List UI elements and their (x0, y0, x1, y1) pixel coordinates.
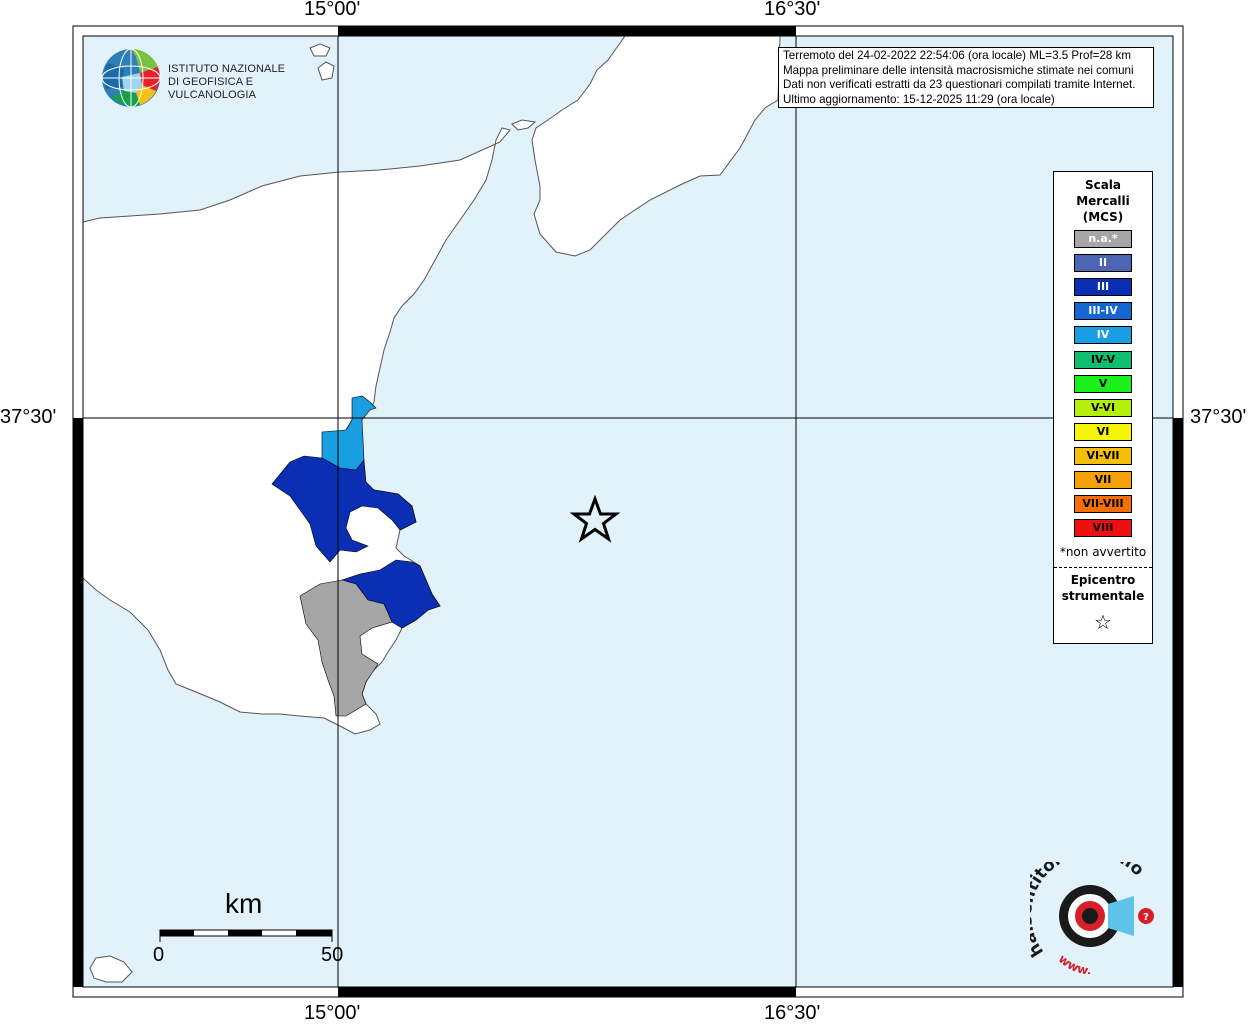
info-line-event: Terremoto del 24-02-2022 22:54:06 (ora l… (783, 49, 1132, 62)
legend-item: IV-V (1074, 350, 1132, 369)
legend-item: IV (1074, 326, 1132, 345)
legend-item: III (1074, 278, 1132, 297)
haisentito-logo: ? haisentitoilterremoto.it www. (1030, 862, 1154, 974)
legend-item: II (1074, 254, 1132, 273)
legend-title-line2: Mercalli (1076, 194, 1130, 208)
earthquake-info-box: Terremoto del 24-02-2022 22:54:06 (ora l… (778, 47, 1154, 108)
info-line-data: Dati non verificati estratti da 23 quest… (783, 78, 1136, 92)
legend-star-icon: ☆ (1094, 610, 1112, 634)
scale-unit-label: km (225, 888, 263, 919)
legend-item: VII-VIII (1074, 495, 1132, 514)
scale-max-label: 50 (321, 944, 344, 966)
legend-title-line1: Scala (1084, 178, 1122, 192)
legend-note: *non avvertito (1059, 545, 1147, 559)
legend-item: VI (1074, 422, 1132, 441)
mcs-legend: Scala Mercalli (MCS) n.a.* II III III-IV IV I… (1053, 171, 1153, 644)
legend-item: III-IV (1074, 302, 1132, 321)
svg-text:?: ? (1143, 912, 1149, 923)
legend-item: n.a.* (1074, 230, 1132, 248)
legend-item: V (1074, 374, 1132, 393)
bottom-label-east: 16°30' (764, 1002, 821, 1024)
legend-separator (1054, 567, 1152, 568)
legend-item: V-VI (1074, 398, 1132, 417)
legend-title-line3: (MCS) (1082, 210, 1124, 224)
right-label-lat: 37°30' (1190, 406, 1247, 428)
legend-epicenter-line1: Epicentro (1070, 573, 1136, 587)
ingv-logo-text: ISTITUTO NAZIONALE DI GEOFISICA E VULCAN… (168, 63, 340, 102)
globe-icon (101, 48, 161, 108)
legend-epicenter-line2: strumentale (1061, 589, 1145, 603)
ingv-name-line1: ISTITUTO NAZIONALE (168, 63, 286, 75)
top-label-west: 15°00' (304, 0, 361, 20)
legend-item: VII (1074, 471, 1132, 489)
legend-title: Scala Mercalli (MCS) (1054, 177, 1152, 225)
info-line-updated: Ultimo aggiornamento: 15-12-2025 11:29 (… (783, 92, 1055, 106)
left-label-lat: 37°30' (0, 406, 57, 428)
bottom-label-west: 15°00' (304, 1002, 361, 1024)
haisentito-logo-prefix: www. (1056, 952, 1092, 974)
legend-item: VIII (1074, 519, 1132, 538)
legend-epicenter-label: Epicentro strumentale (1054, 572, 1152, 604)
scale-min-label: 0 (153, 944, 165, 966)
ingv-logo: ISTITUTO NAZIONALE DI GEOFISICA E VULCAN… (100, 47, 340, 109)
top-label-east: 16°30' (764, 0, 821, 20)
info-line-map: Mappa preliminare delle intensità macros… (783, 63, 1134, 77)
legend-item: VI-VII (1074, 446, 1132, 465)
ingv-name-line2: DI GEOFISICA E VULCANOLOGIA (168, 76, 257, 101)
